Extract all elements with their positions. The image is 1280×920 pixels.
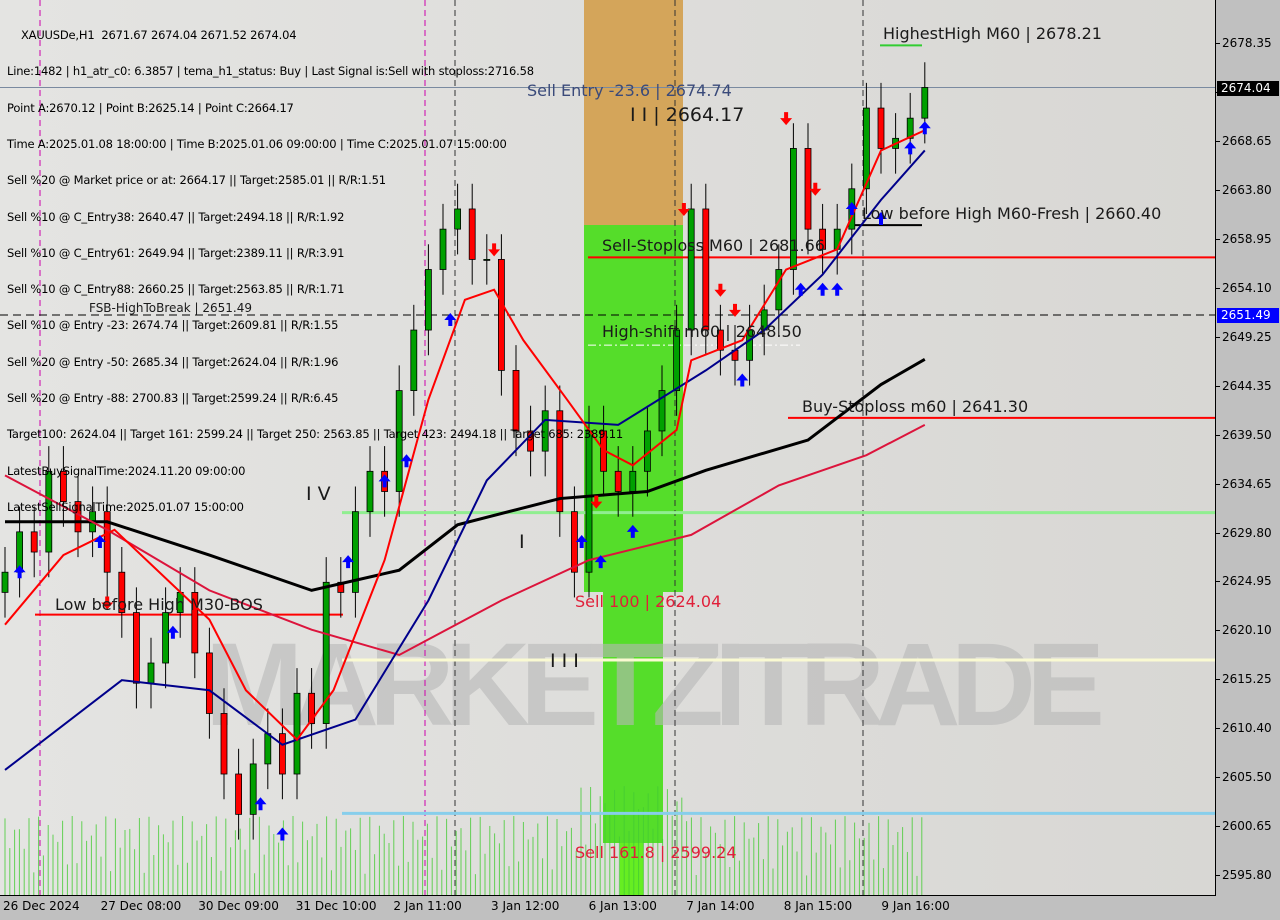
- price-tick-label: 2649.25: [1216, 329, 1272, 344]
- info-line: Point A:2670.12 | Point B:2625.14 | Poin…: [7, 100, 294, 115]
- buy-arrow-icon: [13, 565, 26, 579]
- time-tick-label: 26 Dec 2024: [3, 899, 80, 913]
- info-line: Time A:2025.01.08 18:00:00 | Time B:2025…: [7, 137, 507, 152]
- time-tick-label: 8 Jan 15:00: [783, 899, 853, 913]
- time-tick-label: 9 Jan 16:00: [881, 899, 950, 913]
- info-line: Target100: 2624.04 || Target 161: 2599.2…: [7, 427, 623, 442]
- price-tick-label: 2615.25: [1216, 672, 1272, 687]
- info-panel: XAUUSDe,H1 2671.67 2674.04 2671.52 2674.…: [7, 5, 623, 537]
- time-tick-label: 31 Dec 10:00: [295, 899, 377, 913]
- price-tick-label: 2634.65: [1216, 476, 1272, 491]
- price-tick-label: 2595.80: [1216, 868, 1272, 883]
- time-tick-label: 2 Jan 11:00: [393, 899, 462, 913]
- low-before-high-fresh-label: Low before High M60-Fresh | 2660.40: [862, 204, 1162, 223]
- high-shift-label: High-shift m60 | 2648.50: [602, 322, 802, 341]
- info-line: Sell %10 @ Entry -23: 2674.74 || Target:…: [7, 318, 339, 333]
- price-tick-label: 2610.40: [1216, 721, 1272, 736]
- buy-stoploss-label: Buy-Stoploss m60 | 2641.30: [802, 397, 1029, 416]
- candle-body: [162, 612, 170, 664]
- sell-arrow-icon: [780, 112, 793, 126]
- info-line: Sell %10 @ C_Entry61: 2649.94 || Target:…: [7, 245, 345, 260]
- buy-arrow-icon: [276, 827, 289, 841]
- highest-high-label: HighestHigh M60 | 2678.21: [883, 24, 1102, 43]
- price-tick-label: 2644.35: [1216, 378, 1272, 393]
- fsb-price-tag: 2651.49: [1217, 308, 1279, 323]
- candle-body: [1, 571, 9, 593]
- price-tick-label: 2639.50: [1216, 427, 1272, 442]
- candle-body: [205, 652, 213, 714]
- buy-arrow-icon: [736, 373, 749, 387]
- buy-arrow-icon: [794, 282, 807, 296]
- candle-body: [132, 612, 140, 684]
- buy-arrow-icon: [816, 282, 829, 296]
- candle-body: [687, 208, 695, 331]
- wave-2-label: I I | 2664.17: [630, 104, 745, 126]
- candle-body: [249, 763, 257, 815]
- price-tick-label: 2624.95: [1216, 574, 1272, 589]
- candle-body: [629, 470, 637, 492]
- candle-body: [921, 87, 929, 119]
- buy-arrow-icon: [904, 141, 917, 155]
- candle-body: [702, 208, 710, 331]
- candle-body: [877, 107, 885, 149]
- price-tick-label: 2668.65: [1216, 133, 1272, 148]
- info-line: Sell %20 @ Entry -88: 2700.83 || Target:…: [7, 391, 339, 405]
- low-before-high-bos-label: Low before High M30-BOS: [55, 595, 263, 614]
- sell-arrow-icon: [714, 283, 727, 297]
- time-tick-label: 7 Jan 14:00: [686, 899, 755, 913]
- candle-body: [293, 692, 301, 775]
- price-tick-label: 2620.10: [1216, 623, 1272, 638]
- price-tick-label: 2658.95: [1216, 231, 1272, 246]
- price-tick-label: 2600.65: [1216, 819, 1272, 834]
- wave-3-label: I I I: [550, 650, 579, 672]
- info-line: LatestSellSignalTime:2025.01.07 15:00:00: [7, 499, 244, 514]
- candle-body: [235, 773, 243, 815]
- candle-body: [278, 733, 286, 775]
- info-line: Line:1482 | h1_atr_c0: 6.3857 | tema_h1_…: [7, 64, 534, 79]
- time-tick-label: 27 Dec 08:00: [100, 899, 182, 913]
- symbol-header: XAUUSDe,H1 2671.67 2674.04 2671.52 2674.…: [21, 28, 297, 43]
- price-tick-label: 2605.50: [1216, 770, 1272, 785]
- time-tick-label: 3 Jan 12:00: [491, 899, 560, 913]
- sell-100-label: Sell 100 | 2624.04: [575, 592, 722, 611]
- sell-stoploss-label: Sell-Stoploss M60 | 2681.66: [602, 236, 825, 255]
- buy-arrow-icon: [831, 282, 844, 296]
- time-tick-label: 6 Jan 13:00: [588, 899, 657, 913]
- candle-body: [220, 713, 228, 775]
- candle-body: [264, 733, 272, 765]
- info-line: LatestBuySignalTime:2024.11.20 09:00:00: [7, 463, 246, 478]
- candle-body: [147, 662, 155, 684]
- current-price-tag: 2674.04: [1217, 81, 1279, 96]
- time-tick-label: 30 Dec 09:00: [198, 899, 279, 913]
- price-tick-label: 2629.80: [1216, 525, 1272, 540]
- info-line: Sell %10 @ C_Entry38: 2640.47 || Target:…: [7, 209, 345, 224]
- chart-plot-area[interactable]: MARKETZITRADE XAUUSDe,H1 2671.67 2674.04…: [0, 0, 1216, 896]
- price-tick-label: 2663.80: [1216, 182, 1272, 197]
- price-tick-label: 2678.35: [1216, 36, 1272, 50]
- info-line: Sell %20 @ Market price or at: 2664.17 |…: [7, 173, 386, 188]
- info-line: Sell %20 @ Entry -50: 2685.34 || Target:…: [7, 354, 339, 369]
- info-line: Sell %10 @ C_Entry88: 2660.25 || Target:…: [7, 282, 345, 297]
- price-tick-label: 2654.10: [1216, 280, 1272, 295]
- sell-161-label: Sell 161.8 | 2599.24: [575, 843, 737, 862]
- buy-arrow-icon: [845, 201, 858, 215]
- candle-body: [775, 269, 783, 311]
